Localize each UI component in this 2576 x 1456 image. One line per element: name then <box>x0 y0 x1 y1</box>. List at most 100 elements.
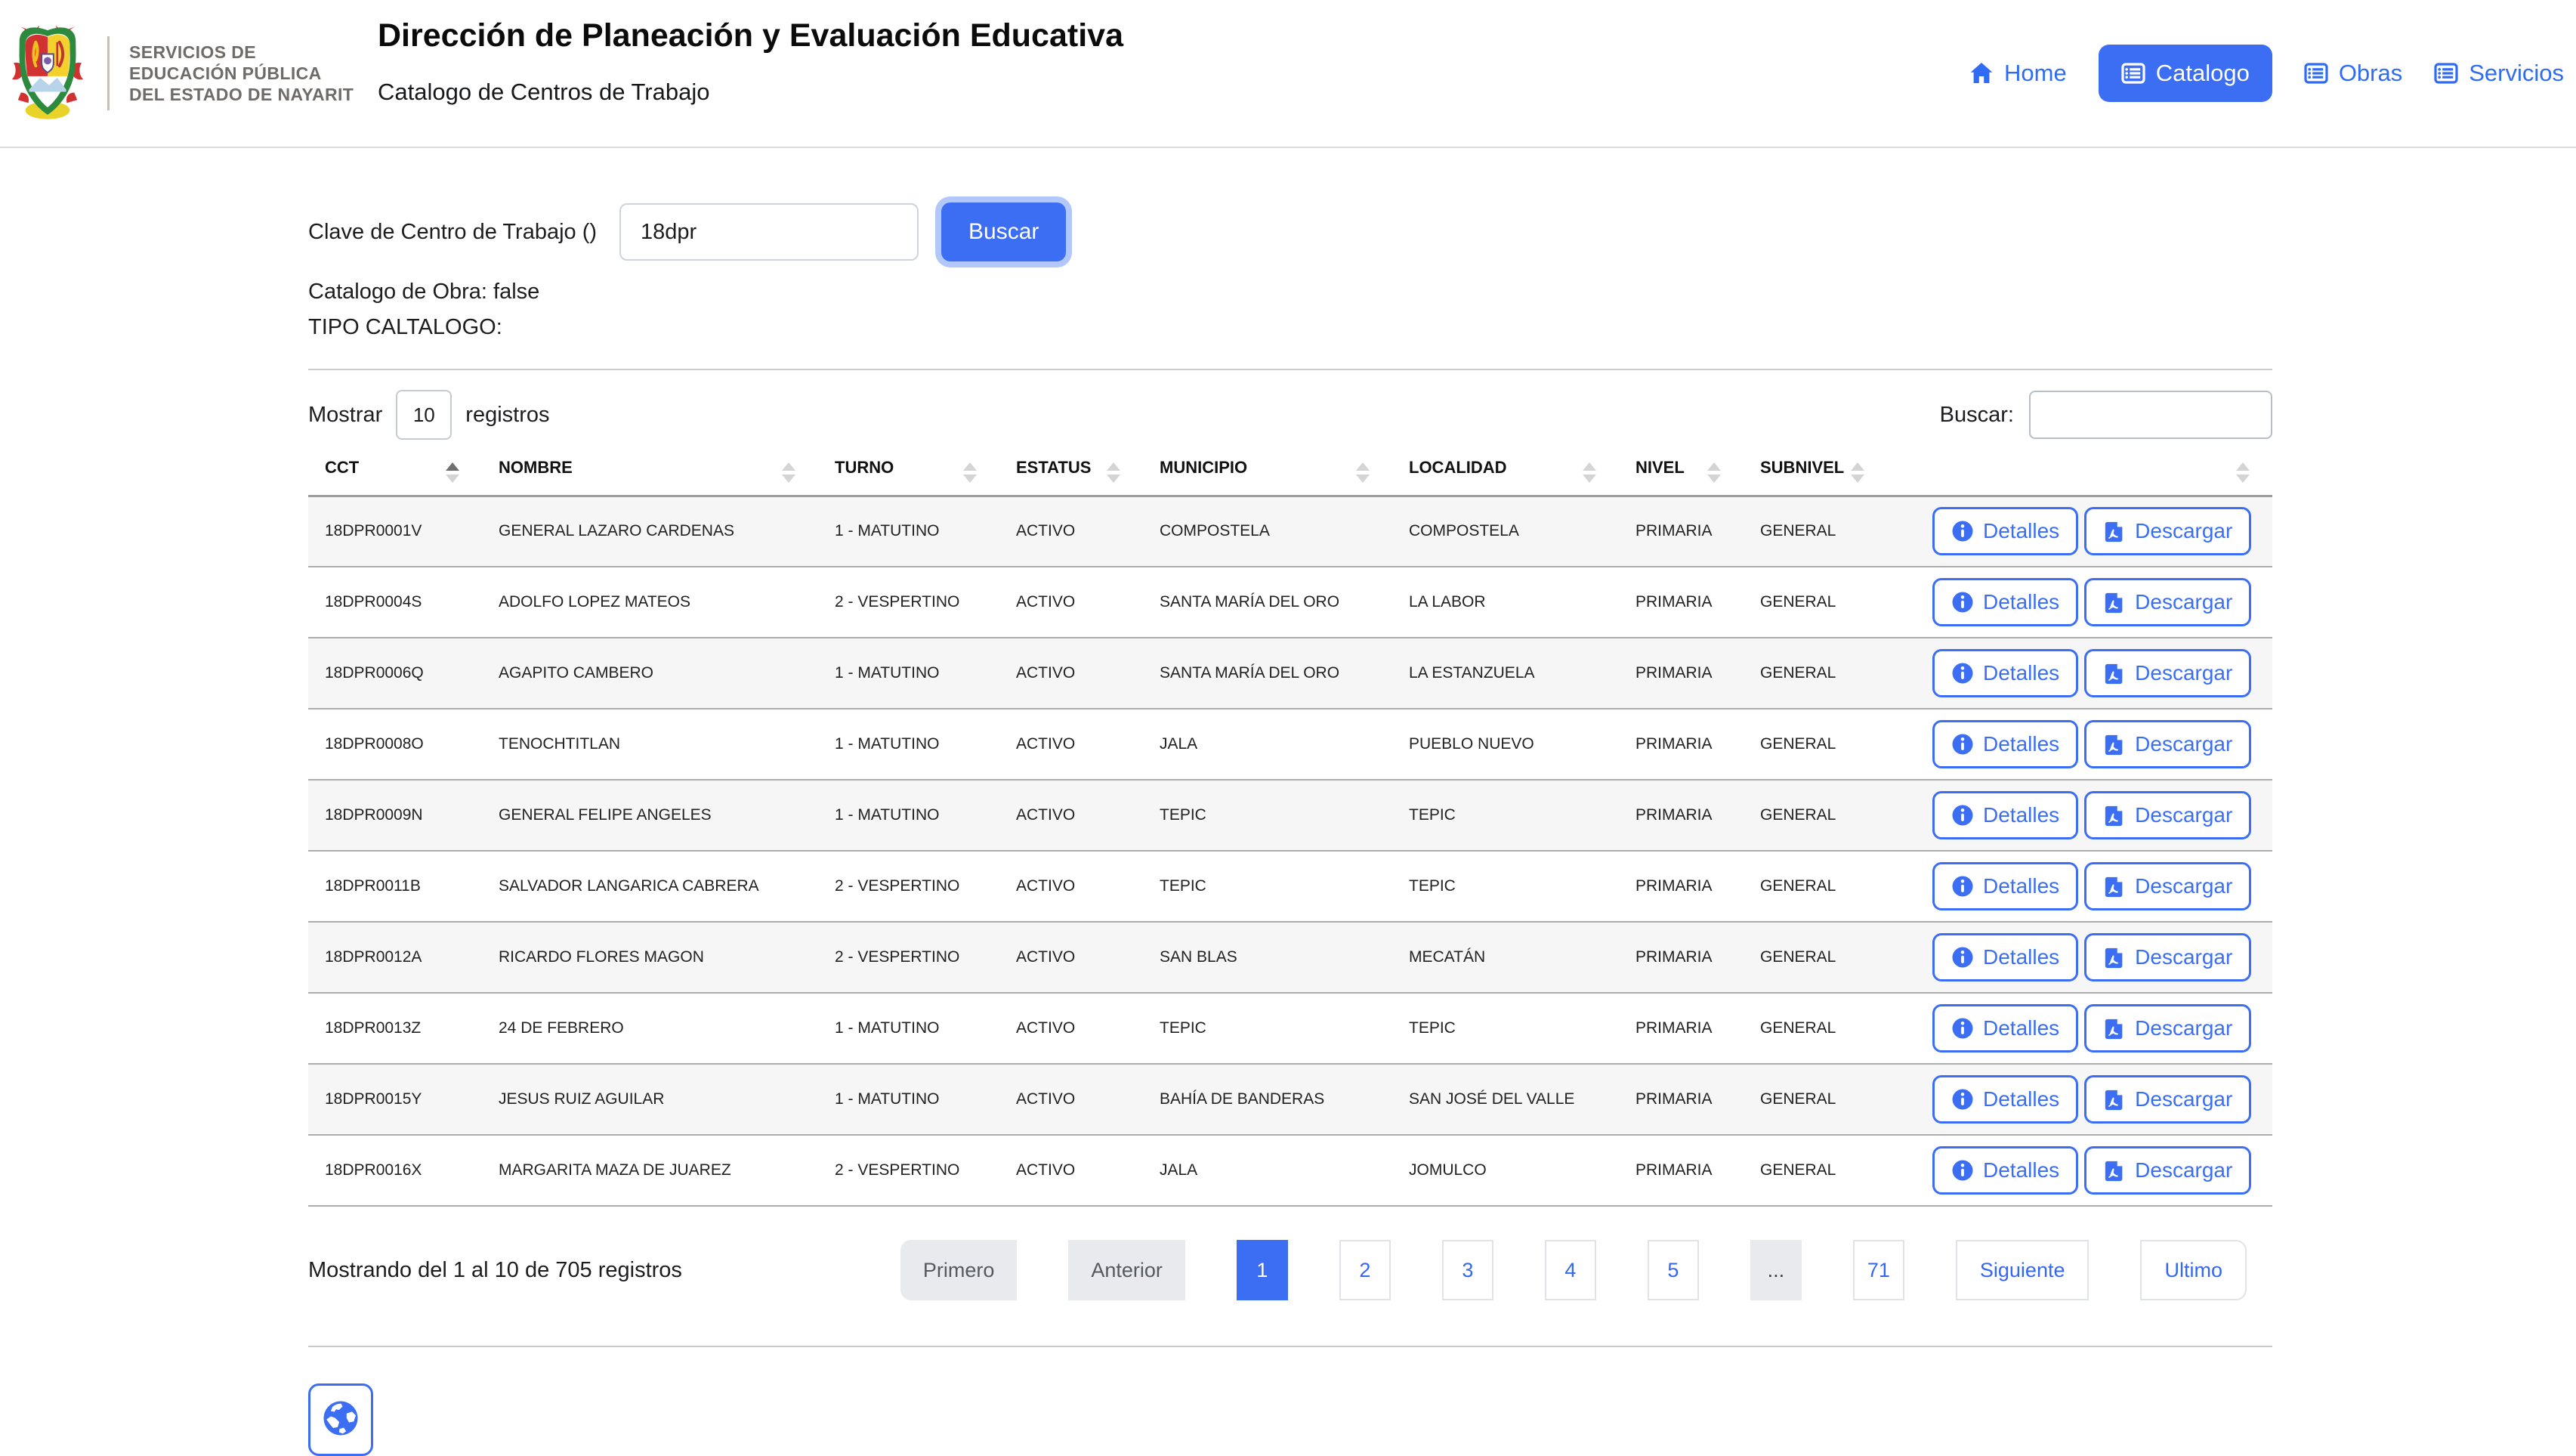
descargar-button[interactable]: Descargar <box>2084 1146 2251 1195</box>
cell-localidad: PUEBLO NUEVO <box>1392 709 1619 780</box>
cell-actions: Detalles Descargar <box>1887 780 2272 851</box>
cell-nombre: SALVADOR LANGARICA CABRERA <box>482 851 818 922</box>
button-label: Detalles <box>1983 803 2059 827</box>
detalles-button[interactable]: Detalles <box>1932 791 2078 839</box>
button-label: Detalles <box>1983 732 2059 756</box>
detalles-button[interactable]: Detalles <box>1932 1146 2078 1195</box>
nav-label-home: Home <box>2004 60 2067 87</box>
cell-localidad: SAN JOSÉ DEL VALLE <box>1392 1064 1619 1135</box>
cell-municipio: TEPIC <box>1143 851 1392 922</box>
cell-turno: 2 - VESPERTINO <box>818 567 999 638</box>
pagination-info: Mostrando del 1 al 10 de 705 registros <box>308 1258 682 1283</box>
column-header-nombre[interactable]: NOMBRE <box>482 452 818 496</box>
column-header-estatus[interactable]: ESTATUS <box>999 452 1143 496</box>
column-header-subnivel[interactable]: SUBNIVEL <box>1744 452 1887 496</box>
detalles-button[interactable]: Detalles <box>1932 720 2078 768</box>
nav-label-servicios: Servicios <box>2469 60 2564 87</box>
descargar-button[interactable]: Descargar <box>2084 1004 2251 1053</box>
table-header-row: CCTNOMBRETURNOESTATUSMUNICIPIO LOCALIDAD N… <box>308 452 2272 496</box>
table-row: 18DPR0008OTENOCHTITLAN1 - MATUTINOACTIVO… <box>308 709 2272 780</box>
cct-search-input[interactable] <box>619 203 919 261</box>
page-button-4[interactable]: 4 <box>1545 1240 1596 1300</box>
cell-nivel: PRIMARIA <box>1619 1135 1744 1206</box>
table-row: 18DPR0011BSALVADOR LANGARICA CABRERA2 - … <box>308 851 2272 922</box>
descargar-button[interactable]: Descargar <box>2084 720 2251 768</box>
cell-subnivel: GENERAL <box>1744 993 1887 1064</box>
page-button-primero[interactable]: Primero <box>900 1240 1018 1300</box>
descargar-button[interactable]: Descargar <box>2084 578 2251 626</box>
table-row: 18DPR0004SADOLFO LOPEZ MATEOS2 - VESPERT… <box>308 567 2272 638</box>
cell-nombre: GENERAL FELIPE ANGELES <box>482 780 818 851</box>
cell-turno: 2 - VESPERTINO <box>818 922 999 993</box>
column-header-nivel[interactable]: NIVEL <box>1619 452 1744 496</box>
cell-actions: DetallesDescargar <box>1887 1135 2272 1206</box>
page-button-siguiente[interactable]: Siguiente <box>1956 1240 2090 1300</box>
page-button-ultimo[interactable]: Ultimo <box>2140 1240 2247 1300</box>
column-header-cct[interactable]: CCT <box>308 452 482 496</box>
descargar-button[interactable]: Descargar <box>2084 1075 2251 1124</box>
column-header-turno[interactable]: TURNO <box>818 452 999 496</box>
page-button-anterior[interactable]: Anterior <box>1068 1240 1185 1300</box>
descargar-button[interactable]: Descargar <box>2084 507 2251 555</box>
nav-item-servicios[interactable]: Servicios <box>2434 60 2564 87</box>
info-icon <box>1951 1017 1974 1040</box>
cell-subnivel: GENERAL <box>1744 496 1887 567</box>
cell-subnivel: GENERAL <box>1744 922 1887 993</box>
table-search-label: Buscar: <box>1940 403 2014 428</box>
home-icon <box>1969 61 1994 85</box>
detalles-button[interactable]: Detalles <box>1932 1075 2078 1124</box>
descargar-button[interactable]: Descargar <box>2084 791 2251 839</box>
page-length-select[interactable]: 10 <box>396 390 452 440</box>
cell-localidad: COMPOSTELA <box>1392 496 1619 567</box>
table-row: 18DPR0013Z24 DE FEBRERO1 - MATUTINOACTIV… <box>308 993 2272 1064</box>
cell-turno: 2 - VESPERTINO <box>818 851 999 922</box>
agency-line-2: EDUCACIÓN PÚBLICA <box>129 63 354 84</box>
sort-arrows-icon <box>1851 462 1864 483</box>
button-label: Detalles <box>1983 1087 2059 1111</box>
pdf-icon <box>2103 662 2126 685</box>
tipo-catalogo-text: TIPO CALTALOGO: <box>308 315 2272 340</box>
column-header-localidad[interactable]: LOCALIDAD <box>1392 452 1619 496</box>
agency-line-1: SERVICIOS DE <box>129 42 354 63</box>
detalles-button[interactable]: Detalles <box>1932 649 2078 697</box>
cell-estatus: ACTIVO <box>999 922 1143 993</box>
column-label: LOCALIDAD <box>1409 458 1507 477</box>
cell-turno: 1 - MATUTINO <box>818 496 999 567</box>
page-button-5[interactable]: 5 <box>1648 1240 1699 1300</box>
info-icon <box>1951 591 1974 614</box>
cell-turno: 1 - MATUTINO <box>818 638 999 709</box>
page-button-71[interactable]: 71 <box>1853 1240 1904 1300</box>
page-button-2[interactable]: 2 <box>1339 1240 1391 1300</box>
cell-municipio: SANTA MARÍA DEL ORO <box>1143 567 1392 638</box>
detalles-button[interactable]: Detalles <box>1932 507 2078 555</box>
cell-nombre: 24 DE FEBRERO <box>482 993 818 1064</box>
detalles-button[interactable]: Detalles <box>1932 578 2078 626</box>
page-button-1[interactable]: 1 <box>1237 1240 1288 1300</box>
column-label: SUBNIVEL <box>1760 458 1844 477</box>
top-header: SERVICIOS DE EDUCACIÓN PÚBLICA DEL ESTAD… <box>0 0 2576 148</box>
descargar-button[interactable]: Descargar <box>2084 649 2251 697</box>
column-header-actions[interactable] <box>1887 452 2272 496</box>
page-button-3[interactable]: 3 <box>1442 1240 1493 1300</box>
table-search-input[interactable] <box>2029 391 2272 439</box>
cell-turno: 1 - MATUTINO <box>818 709 999 780</box>
buscar-button[interactable]: Buscar <box>941 202 1066 261</box>
descargar-button[interactable]: Descargar <box>2084 933 2251 981</box>
column-header-municipio[interactable]: MUNICIPIO <box>1143 452 1392 496</box>
nav-item-catalogo[interactable]: Catalogo <box>2099 45 2272 102</box>
pdf-icon <box>2103 733 2126 756</box>
descargar-button[interactable]: Descargar <box>2084 862 2251 910</box>
cell-estatus: ACTIVO <box>999 709 1143 780</box>
button-label: Descargar <box>2135 590 2232 614</box>
detalles-button[interactable]: Detalles <box>1932 862 2078 910</box>
globe-button[interactable] <box>308 1383 373 1456</box>
nav-item-home[interactable]: Home <box>1969 60 2067 87</box>
table-row: 18DPR0009NGENERAL FELIPE ANGELES1 - MATU… <box>308 780 2272 851</box>
nav-item-obras[interactable]: Obras <box>2304 60 2402 87</box>
info-icon <box>1951 1088 1974 1111</box>
cell-subnivel: GENERAL <box>1744 1064 1887 1135</box>
page-button-[interactable]: ... <box>1750 1240 1802 1300</box>
page-title: Dirección de Planeación y Evaluación Edu… <box>378 15 1123 56</box>
detalles-button[interactable]: Detalles <box>1932 1004 2078 1053</box>
detalles-button[interactable]: Detalles <box>1932 933 2078 981</box>
